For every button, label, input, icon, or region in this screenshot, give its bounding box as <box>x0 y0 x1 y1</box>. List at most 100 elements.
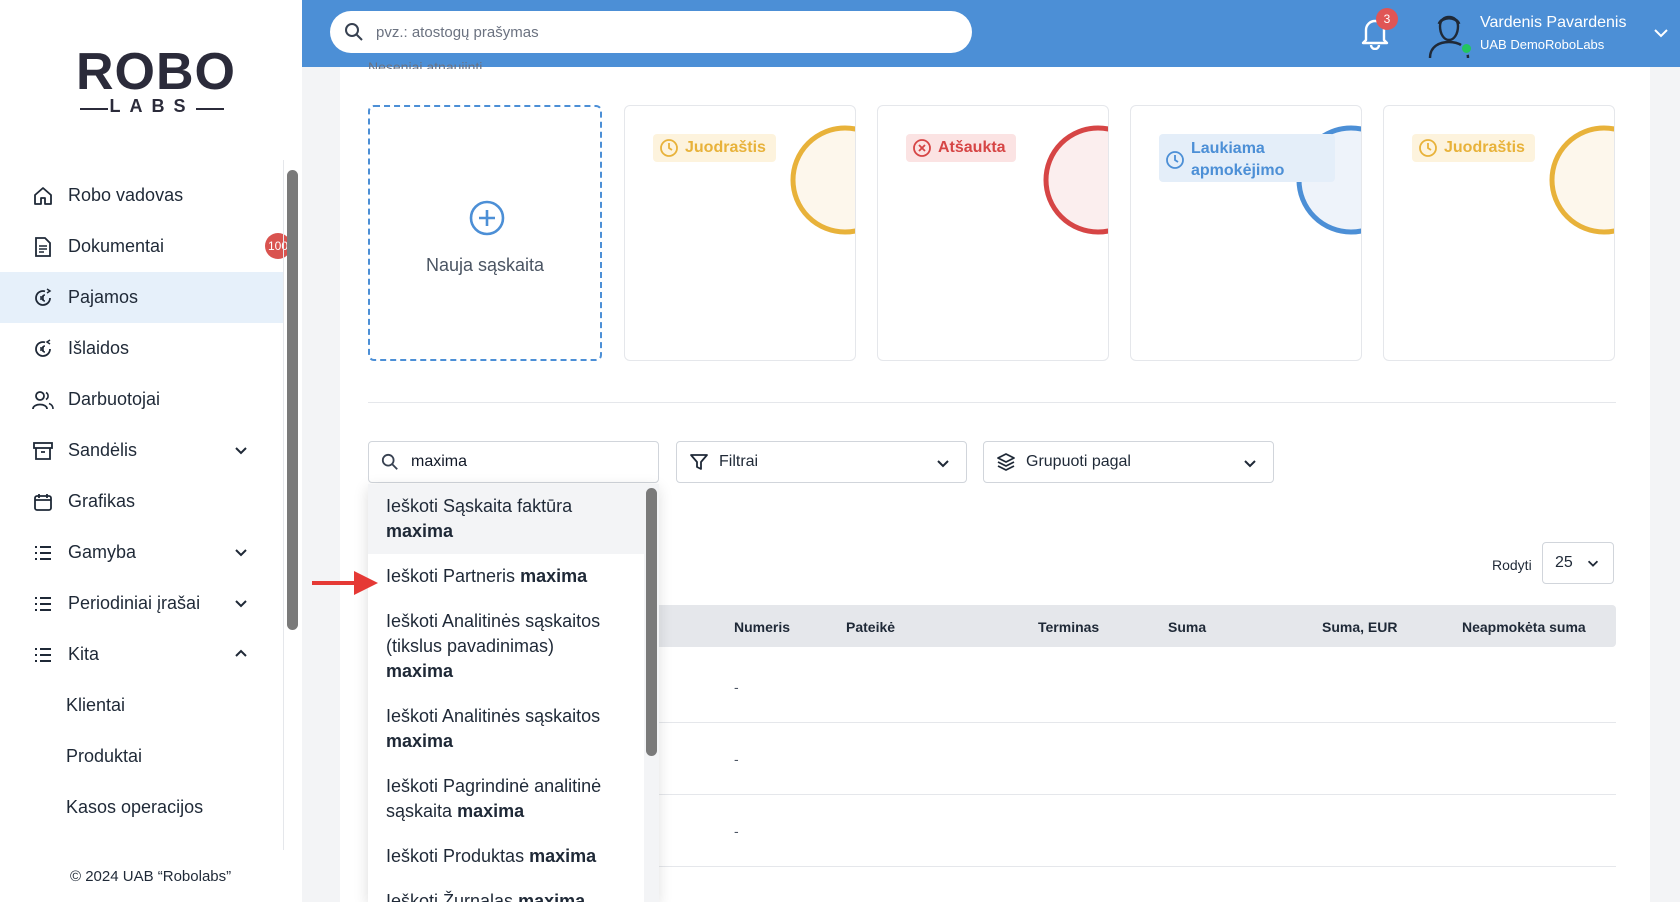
search-icon <box>381 453 398 470</box>
sidebar-item-label: Išlaidos <box>68 338 130 358</box>
sidebar-item-label: Darbuotojai <box>68 389 161 409</box>
home-icon <box>32 185 54 207</box>
section-divider <box>368 402 1616 403</box>
status-ring <box>1043 125 1108 235</box>
page-size-label: Rodyti <box>1492 557 1532 573</box>
status-label-line2: apmokėjimo <box>1191 162 1285 179</box>
page-size-select[interactable]: 25 <box>1542 542 1614 584</box>
column-header-suma-eur[interactable]: Suma, EUR <box>1322 619 1397 635</box>
warehouse-icon <box>32 440 54 462</box>
list-icon <box>32 542 54 564</box>
user-company[interactable]: UAB DemoRoboLabs <box>1480 37 1604 52</box>
chevron-down-icon <box>235 600 247 608</box>
document-icon <box>32 236 54 258</box>
invoice-card[interactable]: Atšaukta <box>877 105 1109 361</box>
status-badge: Laukiama apmokėjimo <box>1159 134 1335 182</box>
sidebar-item-grafikas[interactable]: Grafikas <box>0 476 284 527</box>
recently-updated-label: Neseniai atnaujinti <box>368 59 483 69</box>
suggestion-prefix: Ieškoti Analitinės sąskaitos (tikslus pa… <box>386 611 601 656</box>
chevron-down-icon <box>1587 560 1599 567</box>
copyright-text: © 2024 UAB “Robolabs” <box>70 868 232 885</box>
sidebar-item-label: Pajamos <box>68 287 139 307</box>
clock-icon <box>1419 139 1437 157</box>
sidebar-item-pajamos[interactable]: Pajamos <box>0 272 284 323</box>
suggestion-product[interactable]: Ieškoti Produktas maxima <box>368 834 646 879</box>
status-ring <box>790 125 855 235</box>
sidebar-item-islaidos[interactable]: Išlaidos <box>0 323 284 374</box>
user-name[interactable]: Vardenis Pavardenis <box>1480 14 1626 32</box>
suggestion-invoice[interactable]: Ieškoti Sąskaita faktūra maxima <box>368 484 646 554</box>
sidebar-subitem-kasos-operacijos[interactable]: Kasos operacijos <box>0 782 284 833</box>
invoice-search-input[interactable] <box>411 453 631 471</box>
invoice-card[interactable]: Juodraštis <box>624 105 856 361</box>
column-header-neapmoketa-suma[interactable]: Neapmokėta suma <box>1462 619 1586 635</box>
column-header-terminas[interactable]: Terminas <box>1038 619 1099 635</box>
status-badge: Juodraštis <box>1412 134 1535 162</box>
invoice-search[interactable] <box>368 441 659 483</box>
filters-dropdown[interactable]: Filtrai <box>676 441 967 483</box>
suggestion-main-analytic[interactable]: Ieškoti Pagrindinė analitinė sąskaita ma… <box>368 764 646 834</box>
chevron-up-icon <box>235 649 247 657</box>
invoice-card[interactable]: Juodraštis <box>1383 105 1615 361</box>
sidebar-item-darbuotojai[interactable]: Darbuotojai <box>0 374 284 425</box>
sidebar-item-gamyba[interactable]: Gamyba <box>0 527 284 578</box>
global-search[interactable] <box>330 11 972 53</box>
suggestion-analytic[interactable]: Ieškoti Analitinės sąskaitos maxima <box>368 694 646 764</box>
status-badge: Juodraštis <box>653 134 776 162</box>
sidebar-item-kita[interactable]: Kita <box>0 629 284 680</box>
plus-circle-icon <box>469 200 505 236</box>
robolabs-logo[interactable]: ROBO LABS <box>76 43 236 120</box>
sidebar-item-label: Kita <box>68 644 100 664</box>
column-header-numeris[interactable]: Numeris <box>734 619 790 635</box>
topbar: 3 Vardenis Pavardenis UAB DemoRoboLabs <box>302 0 1680 67</box>
sidebar-item-periodiniai-irasai[interactable]: Periodiniai įrašai <box>0 578 284 629</box>
sidebar-item-dokumentai[interactable]: Dokumentai 100 <box>0 221 291 272</box>
clock-icon <box>660 139 678 157</box>
chevron-down-icon <box>937 460 949 468</box>
cancel-circle-icon <box>913 139 931 157</box>
users-icon <box>32 389 54 411</box>
suggestion-prefix: Ieškoti Produktas <box>386 846 525 866</box>
suggestion-journal[interactable]: Ieškoti Žurnalas maxima <box>368 879 646 902</box>
red-arrow-annotation <box>312 571 378 595</box>
suggestion-prefix: Ieškoti Sąskaita faktūra <box>386 496 573 516</box>
suggestion-analytic-exact[interactable]: Ieškoti Analitinės sąskaitos (tikslus pa… <box>368 599 646 694</box>
table-cell-number: - <box>734 751 739 767</box>
online-status-dot <box>1460 42 1473 55</box>
sidebar-item-label: Produktai <box>66 746 143 766</box>
group-by-dropdown[interactable]: Grupuoti pagal <box>983 441 1274 483</box>
sidebar-subitem-klientai[interactable]: Klientai <box>0 680 284 731</box>
suggestions-scrollbar[interactable] <box>646 488 657 756</box>
suggestion-term: maxima <box>386 731 454 751</box>
invoice-card[interactable]: Laukiama apmokėjimo <box>1130 105 1362 361</box>
new-invoice-card[interactable]: Nauja sąskaita <box>368 105 602 361</box>
sidebar-item-label: Grafikas <box>68 491 136 511</box>
sidebar-item-label: Periodiniai įrašai <box>68 593 201 613</box>
sidebar-item-label: Sandėlis <box>68 440 138 460</box>
suggestion-term: maxima <box>457 801 525 821</box>
layers-icon <box>997 453 1015 471</box>
status-label-line1: Laukiama <box>1191 140 1265 157</box>
chevron-down-icon[interactable] <box>1652 24 1670 42</box>
clock-icon <box>1166 151 1184 169</box>
sidebar-item-label: Dokumentai <box>68 236 165 256</box>
page-size-value: 25 <box>1555 554 1573 571</box>
sidebar-subitem-produktai[interactable]: Produktai <box>0 731 284 782</box>
suggestion-prefix: Ieškoti Analitinės sąskaitos <box>386 706 601 726</box>
sidebar-item-sandelis[interactable]: Sandėlis <box>0 425 284 476</box>
global-search-input[interactable] <box>376 23 936 41</box>
status-label: Juodraštis <box>685 139 766 156</box>
logo-sub: LABS <box>109 96 195 116</box>
table-cell-number: - <box>734 823 739 839</box>
chevron-down-icon <box>235 447 247 455</box>
column-header-suma[interactable]: Suma <box>1168 619 1206 635</box>
logo-word: ROBO <box>76 43 236 101</box>
suggestion-partner[interactable]: Ieškoti Partneris maxima <box>368 554 646 599</box>
status-badge: Atšaukta <box>906 134 1016 162</box>
notification-count-badge: 3 <box>1376 8 1398 30</box>
sidebar-scrollbar[interactable] <box>287 170 298 630</box>
expense-icon <box>32 338 54 360</box>
new-invoice-label: Nauja sąskaita <box>425 255 545 275</box>
column-header-pateike[interactable]: Pateikė <box>846 619 895 635</box>
sidebar-item-robo-vadovas[interactable]: Robo vadovas <box>0 170 284 221</box>
